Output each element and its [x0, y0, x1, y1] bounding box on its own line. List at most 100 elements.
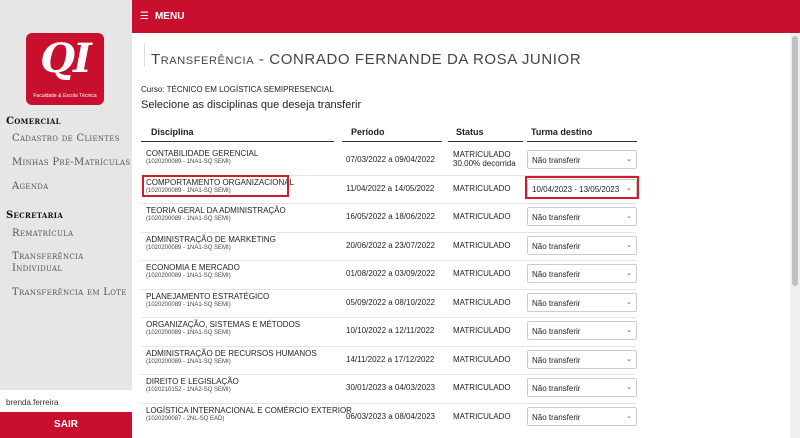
- row-separator: [141, 232, 636, 233]
- turma-destino-select[interactable]: Não transferir ⌄: [527, 207, 637, 226]
- discipline-period: 10/10/2022 a 12/11/2022: [346, 326, 435, 335]
- row-separator: [141, 374, 636, 375]
- discipline-period: 30/01/2023 a 04/03/2023: [346, 383, 435, 392]
- column-header-disciplina: Disciplina: [151, 127, 194, 137]
- select-value: Não transferir: [532, 242, 581, 251]
- discipline-period: 11/04/2022 a 14/05/2022: [346, 184, 435, 193]
- discipline-period: 16/05/2022 a 18/06/2022: [346, 212, 435, 221]
- page-title-student: - CONRADO FERNANDE DA ROSA JUNIOR: [254, 51, 582, 68]
- sidebar-item-rematricula[interactable]: Rematrícula: [12, 228, 73, 240]
- status-badge: MATRICULADO: [453, 355, 511, 364]
- discipline-name: CONTABILIDADE GERENCIAL: [146, 149, 259, 158]
- menu-label: MENU: [154, 11, 185, 22]
- highlight-box-destino: [525, 176, 639, 199]
- chevron-down-icon: ⌄: [626, 299, 632, 306]
- header-underline: [141, 141, 334, 142]
- username: brenda.ferreira: [0, 390, 132, 412]
- row-separator: [141, 260, 636, 261]
- row-separator: [141, 317, 636, 318]
- scrollbar-thumb[interactable]: [792, 36, 798, 286]
- discipline-period: 06/03/2023 a 08/04/2023: [346, 412, 435, 421]
- header-underline: [527, 141, 637, 142]
- discipline-period: 20/06/2022 a 23/07/2022: [346, 241, 435, 250]
- select-value: Não transferir: [532, 356, 581, 365]
- column-header-periodo: Período: [351, 127, 385, 137]
- sidebar-item-agenda[interactable]: Agenda: [12, 181, 49, 193]
- header-underline: [448, 141, 523, 142]
- row-separator: [141, 203, 636, 204]
- title-divider: [144, 43, 145, 67]
- header-underline: [342, 141, 442, 142]
- select-value: Não transferir: [532, 156, 581, 165]
- sidebar: QI Faculdade & Escola Técnica Comercial …: [0, 0, 132, 438]
- page-title-prefix: Transferência: [151, 51, 255, 68]
- turma-destino-select[interactable]: Não transferir ⌄: [527, 350, 637, 369]
- column-header-turma-destino: Turma destino: [531, 127, 593, 137]
- turma-destino-select[interactable]: Não transferir ⌄: [527, 264, 637, 283]
- discipline-period: 14/11/2022 a 17/12/2022: [346, 355, 435, 364]
- select-value: Não transferir: [532, 327, 581, 336]
- discipline-code: (1020200089 - 1NA1-SQ SEMI): [146, 273, 231, 279]
- nav-group-secretaria: Secretaria: [6, 210, 64, 221]
- discipline-name: ORGANIZAÇÃO, SISTEMAS E MÉTODOS: [146, 320, 301, 329]
- logo-area: QI Faculdade & Escola Técnica: [0, 0, 132, 110]
- status-badge: MATRICULADO: [453, 241, 511, 250]
- discipline-period: 01/08/2022 a 03/09/2022: [346, 269, 435, 278]
- turma-destino-select[interactable]: Não transferir ⌄: [527, 236, 637, 255]
- discipline-name: ADMINISTRAÇÃO DE RECURSOS HUMANOS: [146, 349, 317, 358]
- main-content: Transferência - CONRADO FERNANDE DA ROSA…: [132, 33, 790, 438]
- discipline-name: LOGÍSTICA INTERNACIONAL E COMÉRCIO EXTER…: [146, 406, 352, 415]
- status-badge: MATRICULADO: [453, 212, 511, 221]
- sidebar-item-cadastro-clientes[interactable]: Cadastro de Clientes: [12, 133, 120, 145]
- sidebar-item-transferencia-lote[interactable]: Transferência em Lote: [12, 287, 127, 299]
- page-subheading: Selecione as disciplinas que deseja tran…: [141, 99, 362, 111]
- sidebar-item-minhas-pre-matriculas[interactable]: Minhas Pré-Matrículas: [12, 157, 130, 169]
- chevron-down-icon: ⌄: [626, 242, 632, 249]
- discipline-code: (1020200087 - 2NL-SQ EAD): [146, 416, 225, 422]
- menu-button[interactable]: ☰ MENU: [140, 11, 184, 22]
- chevron-down-icon: ⌄: [626, 156, 632, 163]
- logout-button[interactable]: SAIR: [0, 412, 132, 438]
- status-badge: MATRICULADO: [453, 412, 511, 421]
- discipline-code: (1020200089 - 1NA1-SQ SEMI): [146, 330, 231, 336]
- discipline-name: PLANEJAMENTO ESTRATÉGICO: [146, 292, 270, 301]
- highlight-box-discipline: [142, 175, 289, 197]
- discipline-period: 05/09/2022 a 08/10/2022: [346, 298, 435, 307]
- discipline-code: (1020200089 - 1NA1-SQ SEMI): [146, 216, 231, 222]
- status-badge: MATRICULADO: [453, 298, 511, 307]
- page-title: Transferência - CONRADO FERNANDE DA ROSA…: [151, 51, 581, 68]
- status-badge: MATRICULADO: [453, 184, 511, 193]
- sidebar-item-transferencia-individual[interactable]: Transferência Individual: [12, 251, 112, 275]
- discipline-name: DIREITO E LEGISLAÇÃO: [146, 377, 239, 386]
- chevron-down-icon: ⌄: [626, 270, 632, 277]
- logo-text: QI: [40, 35, 92, 82]
- discipline-code: (1020200089 - 1NA1-SQ SEMI): [146, 159, 231, 165]
- brand-logo[interactable]: QI Faculdade & Escola Técnica: [26, 33, 104, 105]
- select-value: Não transferir: [532, 213, 581, 222]
- chevron-down-icon: ⌄: [626, 384, 632, 391]
- discipline-code: (1020210152 - 1NA2-SQ SEMI): [146, 387, 231, 393]
- select-value: Não transferir: [532, 413, 581, 422]
- chevron-down-icon: ⌄: [626, 413, 632, 420]
- row-separator: [141, 346, 636, 347]
- column-header-status: Status: [456, 127, 484, 137]
- select-value: Não transferir: [532, 270, 581, 279]
- row-separator: [141, 403, 636, 404]
- course-label: Curso: TÉCNICO EM LOGÍSTICA SEMIPRESENCI…: [141, 85, 334, 94]
- discipline-code: (1020200089 - 1NA1-SQ SEMI): [146, 245, 231, 251]
- turma-destino-select[interactable]: Não transferir ⌄: [527, 293, 637, 312]
- top-bar: ☰ MENU: [132, 0, 800, 33]
- turma-destino-select[interactable]: Não transferir ⌄: [527, 321, 637, 340]
- discipline-name: ECONOMIA E MERCADO: [146, 263, 240, 272]
- discipline-name: ADMINISTRAÇÃO DE MARKETING: [146, 235, 276, 244]
- discipline-code: (1020200089 - 1NA1-SQ SEMI): [146, 302, 231, 308]
- turma-destino-select[interactable]: Não transferir ⌄: [527, 407, 637, 426]
- turma-destino-select[interactable]: Não transferir ⌄: [527, 150, 637, 169]
- chevron-down-icon: ⌄: [626, 327, 632, 334]
- status-badge: MATRICULADO: [453, 269, 511, 278]
- status-badge: MATRICULADO: [453, 383, 511, 392]
- turma-destino-select[interactable]: Não transferir ⌄: [527, 378, 637, 397]
- status-badge: MATRICULADO: [453, 150, 511, 159]
- select-value: Não transferir: [532, 384, 581, 393]
- select-value: Não transferir: [532, 299, 581, 308]
